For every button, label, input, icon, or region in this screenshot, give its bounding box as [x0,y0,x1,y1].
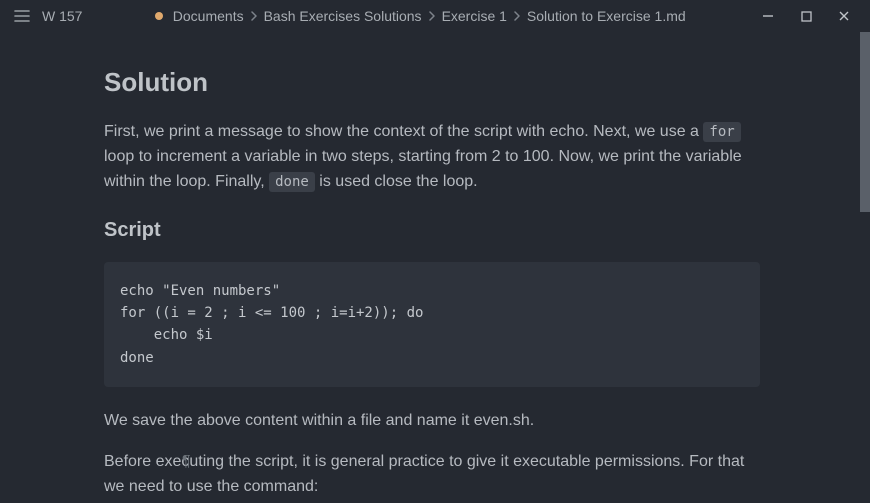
text: First, we print a message to show the co… [104,123,703,140]
inline-code: done [269,172,315,192]
chevron-right-icon [250,11,258,21]
titlebar: W 157 Documents Bash Exercises Solutions… [0,0,870,32]
code-block: echo "Even numbers" for ((i = 2 ; i <= 1… [104,262,760,388]
scrollbar[interactable] [860,32,870,503]
scrollbar-thumb[interactable] [860,32,870,212]
paragraph: First, we print a message to show the co… [104,120,760,194]
chevron-right-icon [428,11,436,21]
unsaved-dot-icon [155,12,163,20]
breadcrumb: Documents Bash Exercises Solutions Exerc… [82,8,758,24]
text: is used close the loop. [315,173,478,190]
maximize-button[interactable] [796,6,816,26]
paragraph: Before executing the script, it is gener… [104,450,760,500]
close-button[interactable] [834,6,854,26]
window-controls [758,6,862,26]
minimize-button[interactable] [758,6,778,26]
word-count: W 157 [42,8,82,24]
inline-code: for [703,122,740,142]
breadcrumb-item[interactable]: Solution to Exercise 1.md [527,8,686,24]
heading-solution: Solution [104,62,760,102]
breadcrumb-item[interactable]: Bash Exercises Solutions [264,8,422,24]
document[interactable]: Solution First, we print a message to sh… [0,32,870,500]
editor-viewport: Solution First, we print a message to sh… [0,32,870,503]
breadcrumb-item[interactable]: Documents [173,8,244,24]
paragraph: We save the above content within a file … [104,409,760,434]
heading-script: Script [104,215,760,246]
menu-icon[interactable] [8,5,36,27]
chevron-right-icon [513,11,521,21]
pilcrow-icon: ¶ [182,450,191,475]
breadcrumb-item[interactable]: Exercise 1 [442,8,507,24]
